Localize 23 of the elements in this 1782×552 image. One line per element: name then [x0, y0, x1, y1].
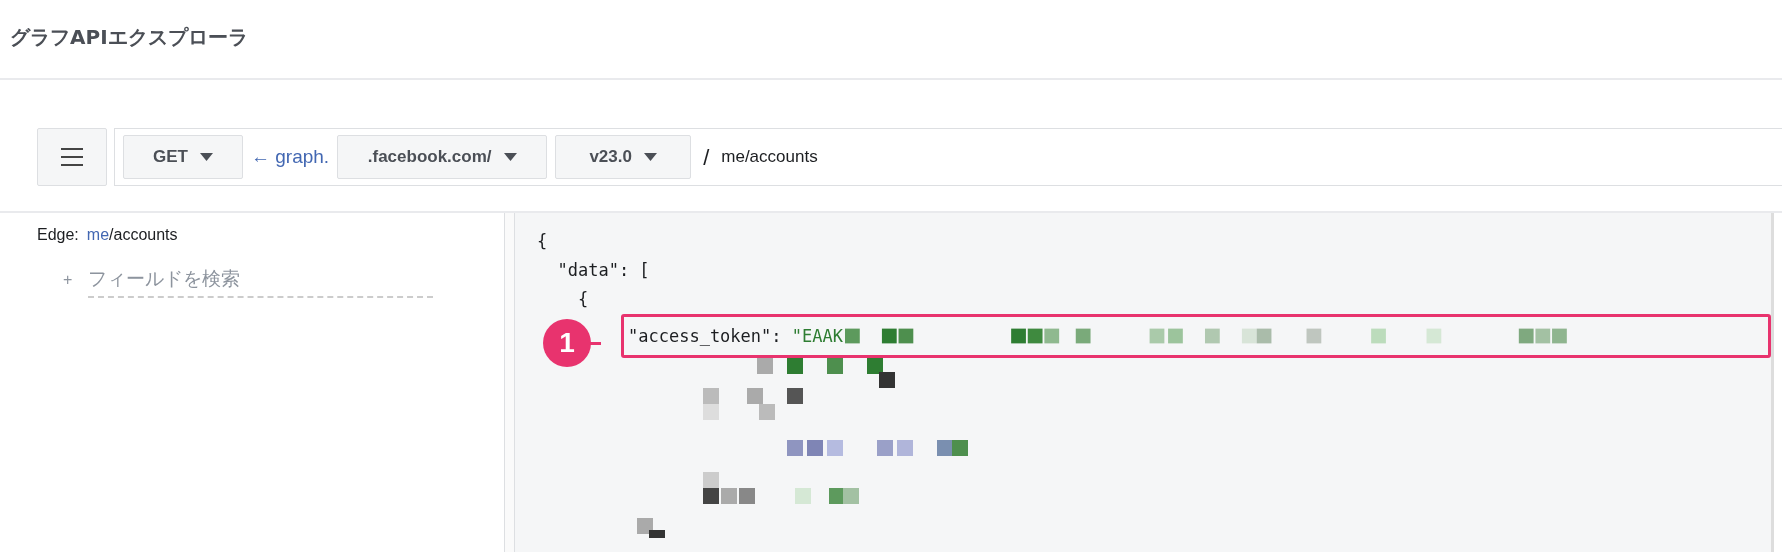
code-line: "access_token": "EAAK — [628, 324, 843, 348]
host-link[interactable]: ← graph. — [251, 142, 330, 172]
callout-number: 1 — [543, 319, 591, 367]
path-text: me/accounts — [721, 146, 818, 169]
method-dropdown[interactable]: GET — [123, 135, 243, 179]
domain-dropdown[interactable]: .facebook.com/ — [337, 135, 548, 179]
edge-path: /accounts — [109, 225, 178, 245]
caret-icon — [503, 153, 517, 161]
edge-link[interactable]: me — [86, 223, 110, 247]
version-dropdown[interactable]: v23.0 — [555, 135, 692, 179]
plus-icon: + — [63, 268, 73, 293]
code-line: "data": [ — [556, 259, 651, 282]
caret-icon — [643, 153, 657, 161]
resize-handle[interactable] — [505, 213, 515, 552]
menu-icon — [61, 148, 83, 166]
edge-label: Edge: — [37, 225, 79, 245]
field-search[interactable]: フィールドを検索 — [88, 263, 434, 298]
caret-icon — [199, 153, 213, 161]
code-line: { — [576, 288, 590, 311]
page-title: グラフAPIエクスプローラ — [0, 0, 1782, 80]
code-line: { — [537, 230, 549, 253]
menu-button[interactable] — [37, 128, 107, 186]
path-separator: / — [703, 143, 710, 172]
